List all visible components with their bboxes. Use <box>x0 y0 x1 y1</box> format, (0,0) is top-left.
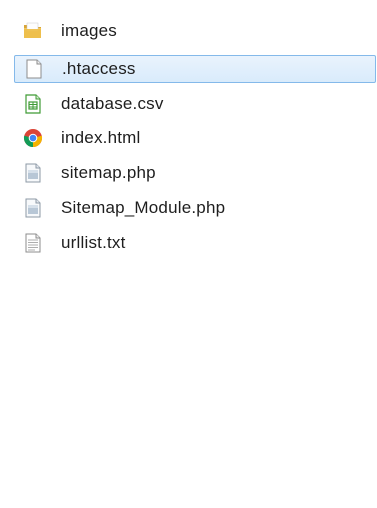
file-name: Sitemap_Module.php <box>61 198 226 217</box>
file-row-sitemap-php[interactable]: sitemap.php <box>14 159 376 187</box>
php-file-icon <box>23 163 43 183</box>
file-name: images <box>61 21 118 40</box>
php-file-icon <box>23 198 43 218</box>
text-file-icon <box>23 233 43 253</box>
file-name: urllist.txt <box>61 233 126 252</box>
blank-file-icon <box>24 59 44 79</box>
spreadsheet-icon <box>23 94 43 114</box>
file-row-urllist-txt[interactable]: urllist.txt <box>14 229 376 257</box>
file-row-htaccess[interactable]: .htaccess <box>14 55 376 83</box>
file-row-database-csv[interactable]: database.csv <box>14 90 376 118</box>
file-list: images .htaccess database.csv index.html… <box>0 0 377 508</box>
file-name: .htaccess <box>62 59 136 78</box>
file-row-sitemap-module-php[interactable]: Sitemap_Module.php <box>14 194 376 222</box>
file-name: database.csv <box>61 94 164 113</box>
chrome-icon <box>23 128 43 148</box>
file-name: index.html <box>61 128 141 147</box>
file-row-images[interactable]: images <box>14 17 376 45</box>
file-row-index-html[interactable]: index.html <box>14 124 376 152</box>
folder-icon <box>23 21 43 41</box>
file-name: sitemap.php <box>61 163 156 182</box>
